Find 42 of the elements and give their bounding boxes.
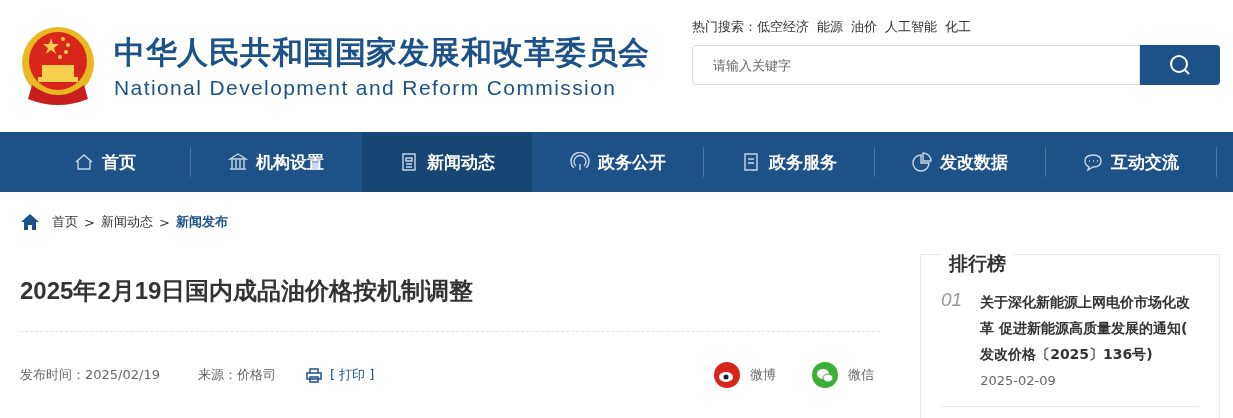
share-link[interactable]: 微信 <box>848 366 874 384</box>
ranking-link[interactable]: 关于深化新能源上网电价市场化改革 促进新能源高质量发展的通知(发改价格〔2025〕136号) <box>980 289 1193 367</box>
nav-tab[interactable]: 新闻动态 <box>362 132 532 192</box>
site-subtitle: National Development and Reform Commission <box>114 76 618 100</box>
home-icon <box>20 213 40 231</box>
document-icon <box>399 152 419 172</box>
page-icon <box>741 152 761 172</box>
search-icon <box>1169 54 1191 76</box>
breadcrumb-separator: > <box>84 214 95 230</box>
nav-tab[interactable]: 发改数据 <box>875 132 1045 192</box>
breadcrumb-separator: > <box>158 214 170 230</box>
breadcrumb-link[interactable]: 新闻动态 <box>100 213 153 231</box>
print-link[interactable]: [ 打印 ] <box>329 366 375 384</box>
wechat-icon[interactable] <box>812 362 838 388</box>
hot-search-link[interactable]: 能源 <box>817 18 843 36</box>
printer-icon <box>305 367 322 383</box>
hot-search-link[interactable]: 化工 <box>945 18 971 36</box>
building-icon <box>228 152 248 172</box>
hot-search-link[interactable]: 油价 <box>851 18 877 36</box>
hot-search-link[interactable]: 低空经济 <box>757 18 809 36</box>
hot-search-label: 热门搜索： <box>692 18 757 36</box>
nav-tab[interactable]: 政务公开 <box>533 132 703 192</box>
ranking-date: 2025-02-09 <box>980 373 1057 388</box>
nav-tab[interactable]: 机构设置 <box>191 132 361 192</box>
breadcrumb-link[interactable]: 新闻发布 <box>175 213 228 231</box>
pie-chart-icon <box>912 152 932 172</box>
share-link[interactable]: 微博 <box>750 366 776 384</box>
article-title: 2025年2月19日国内成品油价格按机制调整 <box>20 275 880 332</box>
publish-date: 发布时间：2025/02/19 <box>20 366 160 384</box>
nav-tab[interactable]: 首页 <box>20 132 190 192</box>
home-icon <box>74 152 94 172</box>
search-button[interactable] <box>1140 45 1220 85</box>
nav-tab[interactable]: 互动交流 <box>1046 132 1216 192</box>
article-source: 来源：价格司 <box>197 366 276 384</box>
search-field[interactable]: 请输入关键字 <box>692 45 1140 85</box>
rank-number: 01 <box>941 289 963 312</box>
hot-search-link[interactable]: 人工智能 <box>885 18 937 36</box>
signal-icon <box>570 152 590 172</box>
site-title: 中华人民共和国国家发展和改革委员会 <box>114 33 650 72</box>
nav-tab[interactable]: 政务服务 <box>704 132 874 192</box>
breadcrumb-link[interactable]: 首页 <box>52 213 78 231</box>
chat-icon <box>1083 152 1103 172</box>
